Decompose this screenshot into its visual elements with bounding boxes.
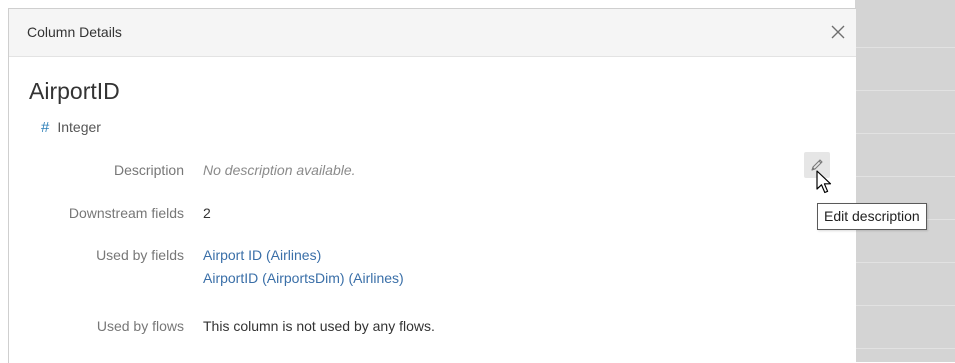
background-grid [855, 0, 955, 362]
panel-header: Column Details [9, 9, 856, 57]
mouse-pointer-icon [816, 170, 832, 194]
column-type-label: Integer [57, 119, 101, 135]
column-details-panel: Column Details AirportID # Integer Descri… [8, 8, 856, 363]
column-type: # Integer [41, 119, 101, 136]
downstream-fields-value: 2 [203, 205, 211, 221]
used-by-flows-label: Used by flows [96, 318, 184, 334]
column-name: AirportID [29, 78, 120, 104]
used-by-fields-label: Used by fields [96, 247, 184, 263]
panel-title: Column Details [27, 24, 122, 40]
edit-description-tooltip: Edit description [817, 203, 927, 230]
downstream-fields-label: Downstream fields [68, 205, 184, 221]
close-icon [831, 25, 845, 39]
integer-type-icon: # [41, 119, 50, 136]
used-by-flows-value: This column is not used by any flows. [203, 318, 435, 334]
field-link[interactable]: Airport ID (Airlines) [203, 247, 321, 263]
field-link[interactable]: AirportID (AirportsDim) (Airlines) [203, 270, 404, 286]
description-value: No description available. [203, 162, 356, 178]
close-button[interactable] [829, 23, 847, 41]
description-label: Description [113, 162, 184, 178]
